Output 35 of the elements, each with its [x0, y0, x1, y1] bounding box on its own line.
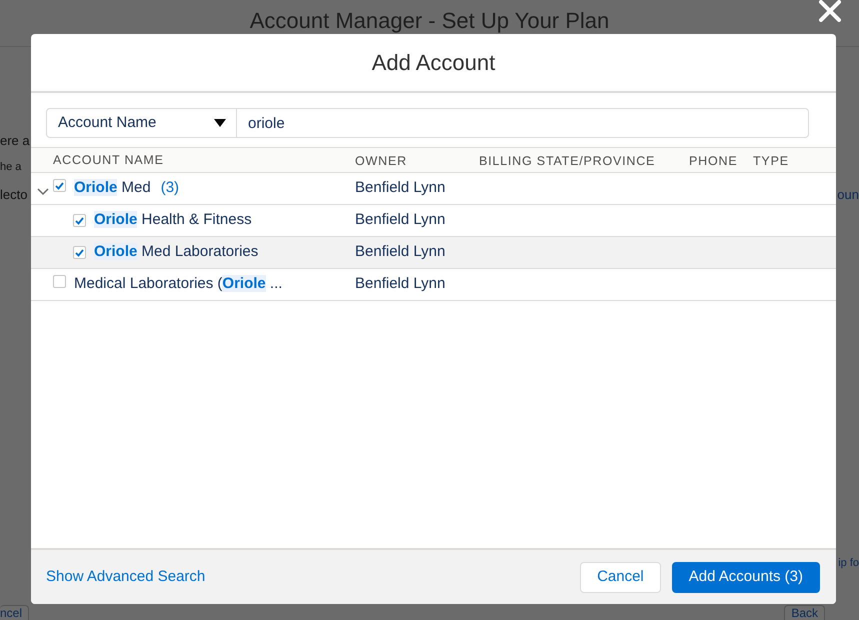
column-header[interactable]: OWNER [355, 154, 407, 168]
checkbox[interactable] [73, 246, 86, 259]
checkbox[interactable] [53, 179, 66, 192]
table-cell: Benfield Lynn [355, 243, 446, 260]
column-header[interactable]: TYPE [753, 154, 789, 168]
table-row[interactable]: Oriole Med (3) Benfield Lynn [31, 173, 836, 205]
add-accounts-button[interactable]: Add Accounts (3) [672, 562, 820, 592]
search-field[interactable]: oriole [237, 108, 809, 138]
table-cell: Benfield Lynn [355, 211, 446, 228]
account-name[interactable]: Oriole Med Laboratories [94, 241, 258, 264]
checkbox[interactable] [73, 214, 86, 227]
account-name[interactable]: Oriole Health & Fitness [94, 209, 252, 232]
account-name[interactable]: Medical Laboratories (Oriole ... [74, 273, 282, 296]
cancel-button[interactable]: Cancel [580, 562, 661, 592]
table-row[interactable]: Medical Laboratories (Oriole ... Benfield Lynn [31, 269, 836, 301]
table-cell: Benfield Lynn [355, 179, 446, 196]
field-dropdown[interactable]: Account Name [46, 108, 237, 138]
column-header[interactable]: BILLING STATE/PROVINCE [479, 154, 656, 168]
page-text: ip fo [838, 556, 859, 570]
account-name[interactable]: Oriole Med [74, 177, 151, 200]
chevron-icon[interactable] [37, 188, 49, 196]
page-title: Account Manager - Set Up Your Plan [250, 7, 610, 35]
child-count: (3) [160, 178, 180, 198]
table-row[interactable]: Oriole Med Laboratories Benfield Lynn [31, 237, 836, 269]
page-text: ere a [0, 132, 30, 150]
close-icon[interactable] [819, 0, 841, 22]
modal-title: Add Account [372, 49, 496, 77]
column-header[interactable]: PHONE [689, 154, 738, 168]
advanced-search-link[interactable]: Show Advanced Search [46, 566, 206, 588]
page-text: lecto [0, 186, 28, 204]
page-text: he a [0, 160, 22, 176]
caret-icon [214, 119, 226, 127]
checkbox[interactable] [53, 275, 66, 288]
column-header[interactable]: ACCOUNT NAME [53, 150, 164, 170]
table-cell: Benfield Lynn [355, 275, 446, 292]
